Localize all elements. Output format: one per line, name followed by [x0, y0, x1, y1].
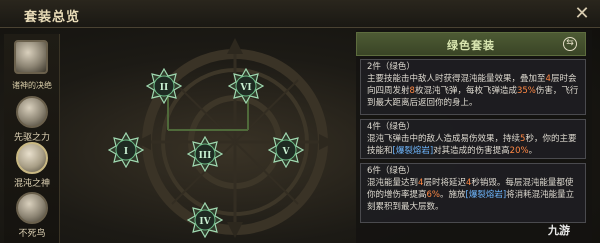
highlight-value: [爆裂熔岩]	[392, 146, 434, 156]
bonus-text-segment: 枚混沌飞弹，每枚飞弹造成	[414, 86, 517, 96]
medallion-ornament	[135, 38, 335, 238]
category-header: 诸神的决绝	[12, 81, 52, 90]
left-item-2[interactable]: 不死鸟	[8, 192, 56, 239]
phoenix-icon	[16, 192, 48, 224]
set-category-list: 诸神的决绝 先驱之力 混沌之神 不死鸟	[4, 34, 60, 243]
swap-icon[interactable]: ⇆	[563, 37, 577, 51]
bonus-title: 4件（绿色）	[367, 122, 415, 132]
set-node-II[interactable]: II	[145, 67, 183, 105]
set-node-I[interactable]: I	[107, 131, 145, 169]
close-icon[interactable]: ✕	[572, 4, 592, 24]
node-numeral: II	[160, 83, 168, 93]
emblem-icon	[16, 96, 48, 128]
set-node-IV[interactable]: IV	[186, 201, 224, 239]
bonus-text-segment: 。	[528, 146, 538, 156]
bonus-text-segment: 混沌能量达到	[367, 178, 419, 188]
left-item-0[interactable]: 先驱之力	[8, 96, 56, 143]
bonus-text: 混沌飞弹击中的敌人造成易伤效果，持续5秒，你的主要技能和[爆裂熔岩]对其造成的伤…	[367, 133, 579, 157]
left-item-label: 不死鸟	[18, 229, 46, 239]
category-banner-icon	[14, 40, 48, 74]
bonus-text-segment: 对其造成的伤害提高	[433, 146, 510, 156]
set-detail-panel: 绿色套装 ⇆ 2件（绿色） 主要技能击中敌人时获得混沌能量效果，叠加至4层时会向…	[356, 30, 592, 243]
left-item-1[interactable]: 混沌之神	[8, 142, 56, 189]
set-node-V[interactable]: V	[267, 131, 305, 169]
left-item-label: 混沌之神	[13, 179, 50, 189]
highlight-value: 20%	[509, 146, 529, 156]
window-title: 套装总览	[24, 10, 81, 25]
bonus-4pc: 4件（绿色） 混沌飞弹击中的敌人造成易伤效果，持续5秒，你的主要技能和[爆裂熔岩…	[360, 119, 586, 159]
node-numeral: III	[199, 151, 212, 161]
bonus-2pc: 2件（绿色） 主要技能击中敌人时获得混沌能量效果，叠加至4层时会向四周发射8枚混…	[360, 59, 586, 115]
title-bar: 套装总览 ✕	[0, 0, 600, 28]
set-node-III[interactable]: III	[186, 135, 224, 173]
highlight-value: [爆裂熔岩]	[465, 190, 507, 200]
bonus-text-segment: 。施放	[440, 190, 466, 200]
node-numeral: I	[124, 147, 128, 157]
node-numeral: V	[282, 147, 291, 157]
highlight-value: 35%	[516, 86, 536, 96]
watermark: 九游	[548, 224, 570, 237]
node-numeral: IV	[199, 217, 211, 227]
highlight-value: 6%	[426, 190, 441, 200]
bonus-6pc: 6件（绿色） 混沌能量达到4层时将延迟4秒销毁。每层混沌能量都使你的增伤率提高6…	[360, 163, 586, 223]
bonus-title: 6件（绿色）	[367, 166, 415, 176]
set-name: 绿色套装	[447, 39, 495, 52]
bonus-text: 主要技能击中敌人时获得混沌能量效果，叠加至4层时会向四周发射8枚混沌飞弹，每枚飞…	[367, 73, 579, 109]
set-node-VI[interactable]: VI	[227, 67, 265, 105]
set-medallion: II VI I III V IV	[107, 30, 350, 243]
bonus-text-segment: 层时将延迟	[423, 178, 466, 188]
bonus-title: 2件（绿色）	[367, 62, 415, 72]
node-numeral: VI	[239, 83, 251, 93]
bonus-text: 混沌能量达到4层时将延迟4秒销毁。每层混沌能量都使你的增伤率提高6%。施放[爆裂…	[367, 177, 579, 213]
bonus-text-segment: 主要技能击中敌人时获得混沌能量效果，叠加至	[367, 74, 546, 84]
set-name-tab[interactable]: 绿色套装 ⇆	[356, 32, 586, 56]
eye-emblem-icon	[16, 142, 48, 174]
bonus-text-segment: 混沌飞弹击中的敌人造成易伤效果，持续	[367, 134, 521, 144]
